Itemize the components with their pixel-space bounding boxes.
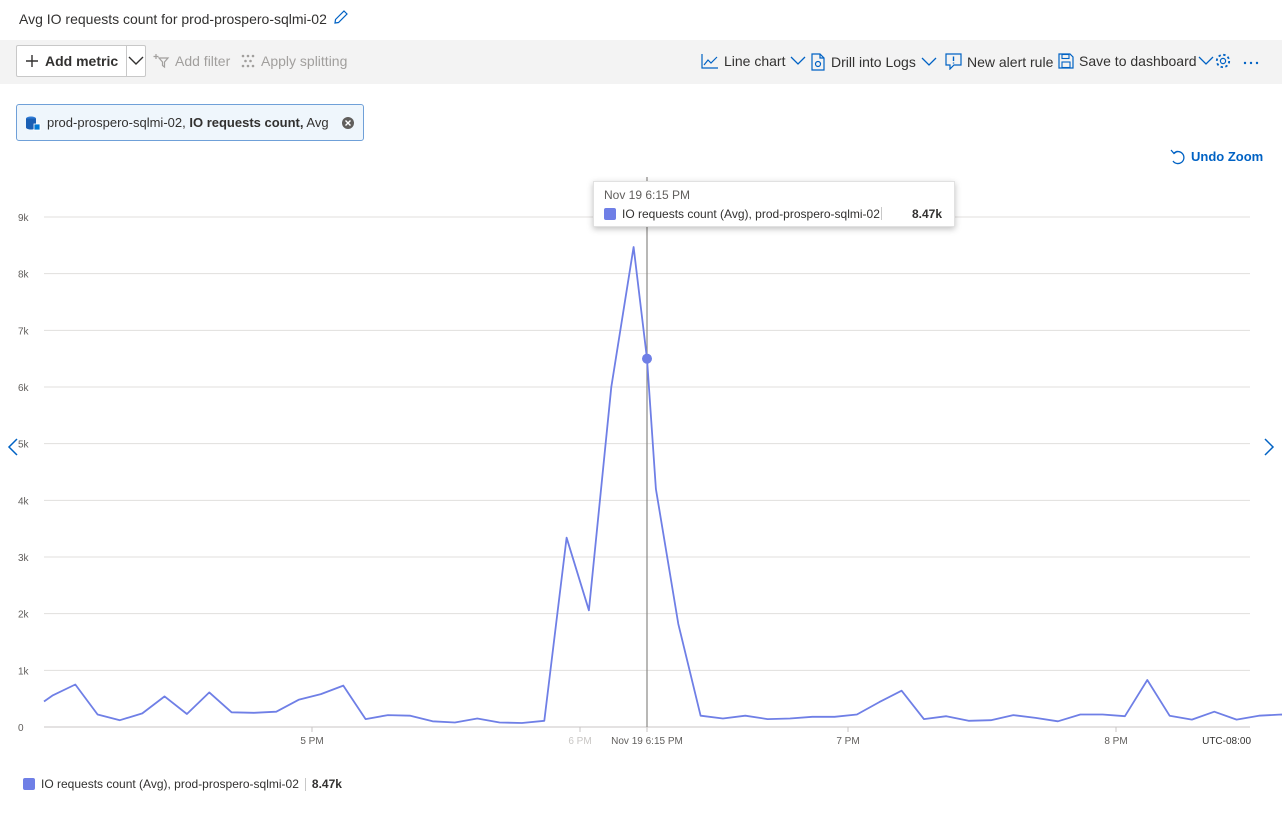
x-tick-label: 7 PM — [836, 736, 859, 747]
chip-aggregation: Avg — [306, 115, 329, 130]
chevron-down-icon — [1198, 56, 1213, 65]
apply-splitting-label: Apply splitting — [261, 53, 348, 69]
save-to-dashboard-dropdown[interactable]: Save to dashboard — [1058, 53, 1214, 69]
tooltip-value: 8.47k — [911, 207, 942, 221]
chevron-down-icon — [791, 56, 806, 65]
page-title: Avg IO requests count for prod-prospero-… — [19, 9, 349, 28]
line-chart-dropdown[interactable]: Line chart — [701, 53, 806, 69]
y-tick-label: 3k — [18, 553, 30, 564]
y-tick-label: 7k — [18, 326, 30, 337]
save-to-dashboard-label: Save to dashboard — [1079, 53, 1197, 69]
splitting-icon — [241, 54, 255, 68]
chevron-down-icon — [921, 57, 937, 66]
chart-tooltip: Nov 19 6:15 PM IO requests count (Avg), … — [593, 181, 955, 227]
series-line-io-requests — [43, 246, 1282, 724]
legend-swatch — [23, 778, 35, 790]
ellipsis-icon — [1243, 61, 1259, 65]
legend-value: 8.47k — [311, 777, 342, 791]
y-tick-label: 9k — [18, 213, 30, 224]
settings-button[interactable] — [1214, 52, 1232, 70]
tooltip-time: Nov 19 6:15 PM — [604, 188, 691, 202]
plus-icon — [26, 55, 38, 67]
line-chart[interactable]: 0 1k 2k 3k 4k 5k 6k 7k 8k 9k 5 PM 6 PM Nov 19 6:15 … — [0, 160, 1282, 760]
alert-icon — [945, 53, 962, 70]
new-alert-rule-button[interactable]: New alert rule — [945, 53, 1053, 70]
more-options-button[interactable] — [1242, 52, 1260, 70]
chevron-down-icon — [128, 56, 144, 65]
y-tick-label: 8k — [18, 270, 30, 281]
x-tick-label: 6 PM — [568, 736, 591, 747]
hover-point — [642, 353, 652, 364]
apply-splitting-button[interactable]: Apply splitting — [240, 53, 347, 69]
x-axis: 5 PM 6 PM Nov 19 6:15 PM 7 PM 8 PM UTC-08:00 — [300, 727, 1251, 747]
add-filter-button[interactable]: Add filter — [153, 53, 230, 69]
logs-icon — [811, 53, 825, 71]
y-tick-label: 6k — [18, 383, 30, 394]
edit-title-icon[interactable] — [333, 9, 349, 28]
drill-into-logs-label: Drill into Logs — [831, 54, 916, 70]
new-alert-rule-label: New alert rule — [967, 53, 1054, 70]
add-metric-dropdown[interactable] — [127, 46, 145, 76]
timezone-label: UTC-08:00 — [1202, 736, 1251, 747]
tooltip-series: IO requests count (Avg), prod-prospero-s… — [604, 207, 880, 221]
y-tick-label: 0 — [18, 723, 24, 734]
x-tick-label: Nov 19 6:15 PM — [611, 736, 683, 747]
add-metric-button[interactable]: Add metric — [17, 46, 126, 76]
add-filter-label: Add filter — [175, 53, 231, 69]
legend-series-label: IO requests count (Avg), prod-prospero-s… — [41, 777, 299, 791]
y-tick-label: 4k — [18, 496, 30, 507]
y-tick-label: 2k — [18, 610, 30, 621]
drill-into-logs-dropdown[interactable]: Drill into Logs — [810, 53, 937, 71]
y-axis: 0 1k 2k 3k 4k 5k 6k 7k 8k 9k — [18, 213, 30, 734]
line-chart-icon — [701, 54, 718, 69]
metric-chip[interactable]: prod-prospero-sqlmi-02, IO requests coun… — [16, 104, 364, 141]
add-metric-split-button: Add metric — [16, 45, 146, 77]
x-tick-label: 5 PM — [300, 736, 323, 747]
tooltip-series-label: IO requests count (Avg), prod-prospero-s… — [622, 207, 880, 221]
filter-add-icon — [153, 54, 170, 69]
sql-database-icon — [26, 116, 41, 130]
x-tick-label: 8 PM — [1104, 736, 1127, 747]
toolbar: Add metric Add filter Apply splitting Li… — [0, 40, 1282, 84]
remove-metric-icon[interactable] — [341, 116, 355, 130]
series-swatch — [604, 208, 616, 220]
chart-legend[interactable]: IO requests count (Avg), prod-prospero-s… — [23, 777, 342, 791]
gear-icon — [1215, 53, 1231, 69]
save-icon — [1058, 53, 1074, 69]
line-chart-label: Line chart — [724, 53, 786, 69]
y-tick-label: 1k — [18, 666, 30, 677]
chip-resource: prod-prospero-sqlmi-02, — [47, 115, 186, 130]
chart-title: Avg IO requests count for prod-prospero-… — [19, 10, 327, 27]
chip-metric: IO requests count, — [189, 115, 304, 130]
chip-text: prod-prospero-sqlmi-02, IO requests coun… — [47, 115, 329, 130]
y-tick-label: 5k — [18, 440, 30, 451]
add-metric-label: Add metric — [45, 53, 119, 69]
